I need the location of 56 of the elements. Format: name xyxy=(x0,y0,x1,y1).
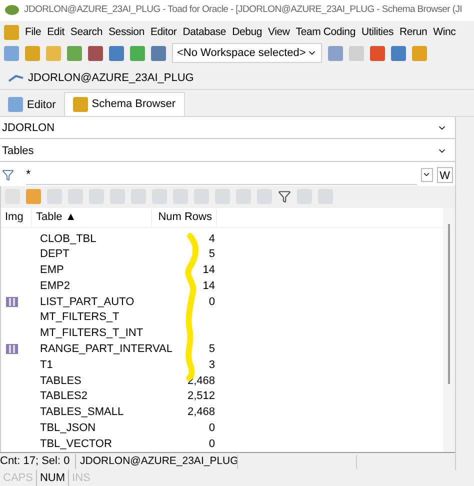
table-cell-text: CLOB_TBL xyxy=(40,232,98,246)
workspace-dropdown[interactable]: <No Workspace selected> xyxy=(172,43,322,64)
menu-item[interactable]: Editor xyxy=(150,24,177,41)
table-cell-text: MT_FILTERS_T_INT xyxy=(40,326,144,342)
menu-item[interactable]: Debug xyxy=(232,24,262,41)
column-header[interactable]: Img xyxy=(1,209,31,226)
table-cell-text: 14 xyxy=(202,263,215,278)
tab[interactable]: Editor xyxy=(4,94,60,116)
table-cell-text: TABLES xyxy=(40,374,82,389)
table-cell-text: TBL_VECTOR xyxy=(40,436,113,452)
table-cell-text: T1 xyxy=(40,358,54,373)
table-cell-text: 5 xyxy=(208,247,215,262)
menu-item[interactable]: Search xyxy=(70,24,102,41)
table-cell-text: 0 xyxy=(208,421,215,436)
table-cell-text: LIST_PART_AUTO xyxy=(40,294,136,310)
menu-item[interactable]: Session xyxy=(108,24,144,41)
word-button[interactable]: W xyxy=(436,166,453,183)
status-indicator: NUM xyxy=(36,470,70,486)
menu-item[interactable]: Winc xyxy=(433,24,456,41)
menu-item[interactable]: Team Coding xyxy=(296,24,356,41)
window-title: JDORLON@AZURE_23AI_PLUG - Toad for Oracle - [JDORLON@AZURE_23AI_PLUG - Schema Browser (JI xyxy=(24,3,462,18)
column-header[interactable]: Num Rows xyxy=(151,209,217,226)
filter-field[interactable]: * xyxy=(26,164,417,185)
table-cell-text: 0 xyxy=(208,294,215,310)
table-cell-text: EMP xyxy=(40,263,65,278)
filter-icon[interactable] xyxy=(2,168,14,181)
table-cell-text: 5 xyxy=(208,342,215,358)
connection-tab[interactable]: JDORLON@AZURE_23AI_PLUG xyxy=(4,70,198,86)
table-cell-text: 3 xyxy=(208,358,215,373)
table-cell-text: EMP2 xyxy=(40,278,71,294)
app-logo-icon xyxy=(4,4,20,16)
table-cell-text: TABLES2 xyxy=(40,389,88,404)
table-cell-text: MT_FILTERS_T xyxy=(40,310,120,326)
menu-item[interactable]: Utilities xyxy=(361,24,394,41)
menu-item[interactable]: View xyxy=(268,24,290,41)
table-cell-text: 2,468 xyxy=(186,405,215,420)
filter-icon[interactable] xyxy=(278,190,291,204)
status-connection: JDORLON@AZURE_23AI_PLUG xyxy=(75,454,237,470)
menu-item[interactable]: File xyxy=(25,24,42,41)
caret-icon[interactable] xyxy=(420,168,433,182)
menu-item[interactable]: Edit xyxy=(47,24,64,41)
table-cell-text: 0 xyxy=(208,436,215,452)
menu-item[interactable]: Rerun xyxy=(400,24,428,41)
plug-icon xyxy=(8,73,24,84)
table-cell-text: TABLES_SMALL xyxy=(40,405,125,420)
table-cell-text: TBL_JSON xyxy=(40,421,97,436)
table-cell-text: 2,512 xyxy=(186,389,215,404)
menu-item[interactable]: Database xyxy=(182,24,226,41)
column-header[interactable]: Table ▲ xyxy=(31,209,151,226)
table-cell-text: DEPT xyxy=(40,247,70,262)
status-count: Cnt: 17; Sel: 0 xyxy=(0,454,71,470)
table-cell-text: 14 xyxy=(202,278,215,294)
tab[interactable]: Schema Browser xyxy=(64,92,185,116)
scrollbar[interactable] xyxy=(443,208,455,452)
table-cell-text: RANGE_PART_INTERVAL xyxy=(40,342,174,358)
table-cell-text: 4 xyxy=(208,232,215,246)
